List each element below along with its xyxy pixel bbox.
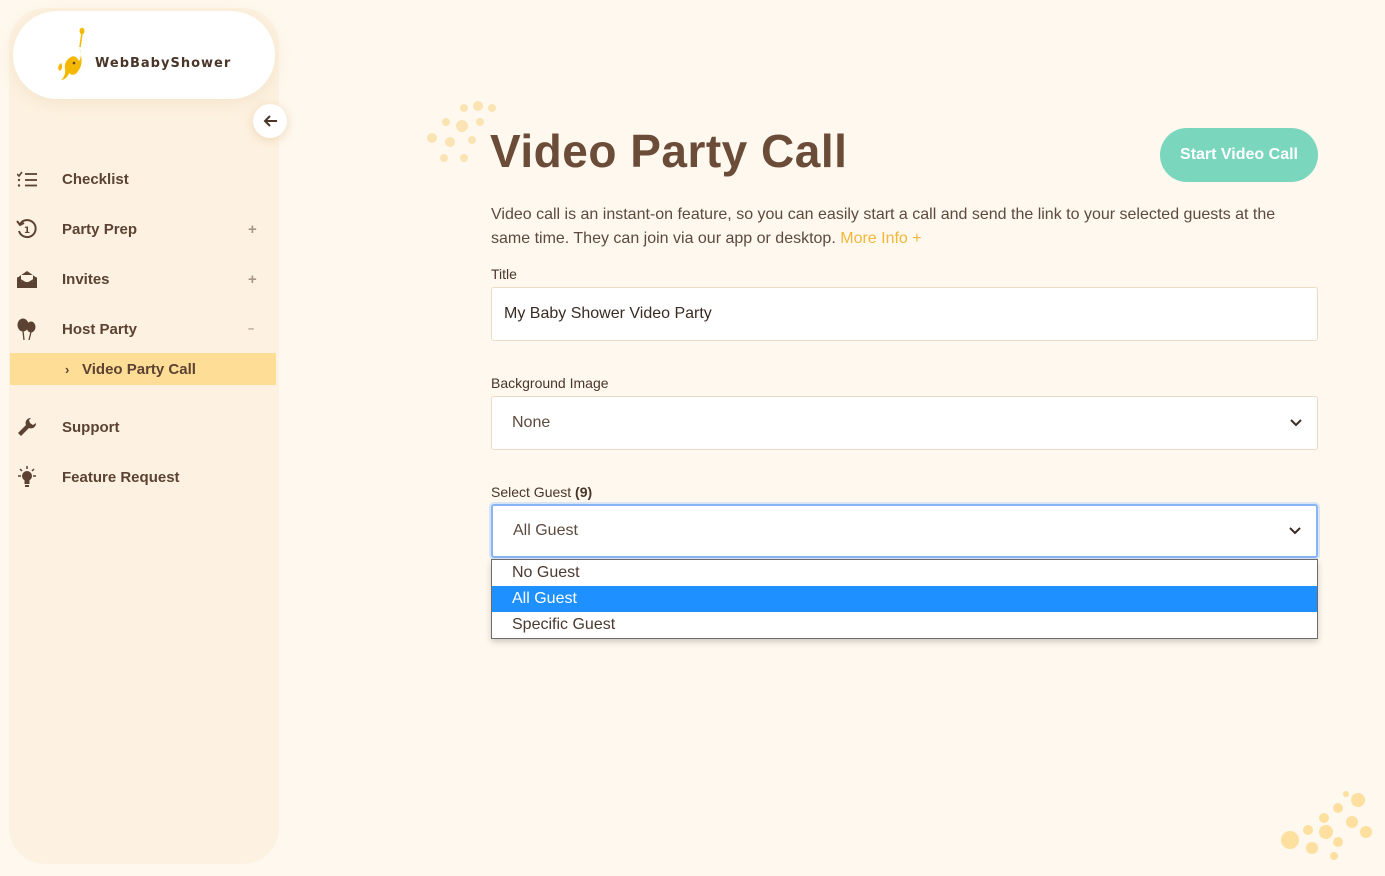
chevron-right-icon: ›: [65, 361, 70, 377]
sidebar-item-feature-request[interactable]: Feature Request: [9, 462, 276, 492]
arrow-left-icon: [263, 115, 277, 127]
select-guest-label: Select Guest (9): [491, 484, 592, 500]
decorative-dots: [1281, 791, 1372, 860]
sidebar-item-label: Checklist: [62, 170, 129, 188]
sidebar-item-party-prep[interactable]: 1 Party Prep +: [9, 214, 276, 244]
sidebar-item-label: Invites: [62, 270, 110, 288]
expand-toggle[interactable]: +: [248, 271, 257, 288]
guest-count: (9): [575, 484, 593, 500]
dropdown-option-all-guest[interactable]: All Guest: [492, 586, 1317, 612]
page-description: Video call is an instant-on feature, so …: [491, 203, 1311, 251]
wrench-icon: [16, 416, 38, 438]
collapse-sidebar-button[interactable]: [253, 104, 287, 138]
title-field-label: Title: [491, 266, 517, 282]
dropdown-option-no-guest[interactable]: No Guest: [492, 560, 1317, 586]
more-info-link[interactable]: More Info +: [840, 230, 921, 247]
sidebar-item-host-party[interactable]: Host Party –: [9, 314, 276, 344]
background-image-select[interactable]: None: [491, 396, 1318, 450]
guest-dropdown-list: No Guest All Guest Specific Guest: [491, 559, 1318, 639]
dropdown-option-specific-guest[interactable]: Specific Guest: [492, 612, 1317, 638]
sidebar-item-label: Party Prep: [62, 220, 138, 238]
elephant-balloon-logo-icon: [58, 27, 85, 80]
sidebar-subitem-label: Video Party Call: [82, 360, 196, 378]
chevron-down-icon: [1290, 419, 1302, 427]
collapse-toggle[interactable]: –: [248, 323, 254, 335]
page-title: Video Party Call: [490, 125, 848, 177]
background-image-label: Background Image: [491, 375, 609, 391]
list-icon: [16, 168, 38, 190]
balloons-icon: [16, 318, 38, 340]
select-guest-select[interactable]: All Guest: [491, 504, 1318, 558]
open-envelope-icon: [16, 268, 38, 290]
title-input[interactable]: My Baby Shower Video Party: [491, 287, 1318, 341]
logo-text: WebBabyShower: [95, 56, 232, 71]
sidebar-item-support[interactable]: Support: [9, 412, 276, 442]
sidebar-item-checklist[interactable]: Checklist: [9, 164, 276, 194]
sidebar-item-label: Host Party: [62, 320, 138, 338]
svg-text:1: 1: [24, 226, 30, 236]
sidebar-item-label: Feature Request: [62, 468, 180, 486]
sidebar-item-label: Support: [62, 418, 120, 436]
lightbulb-icon: [16, 466, 38, 488]
expand-toggle[interactable]: +: [248, 221, 257, 238]
sidebar-item-invites[interactable]: Invites +: [9, 264, 276, 294]
logo[interactable]: WebBabyShower: [13, 11, 275, 99]
background-image-value: None: [512, 414, 551, 431]
select-guest-value: All Guest: [513, 522, 578, 539]
start-video-call-button[interactable]: Start Video Call: [1160, 128, 1318, 182]
decorative-dots: [427, 101, 496, 162]
sidebar: WebBabyShower Checklist 1 Party Prep + I…: [9, 8, 279, 864]
select-guest-label-text: Select Guest: [491, 484, 572, 500]
history-icon: 1: [16, 218, 38, 240]
sidebar-subitem-video-party-call[interactable]: › Video Party Call: [10, 353, 276, 385]
chevron-down-icon: [1289, 527, 1301, 535]
